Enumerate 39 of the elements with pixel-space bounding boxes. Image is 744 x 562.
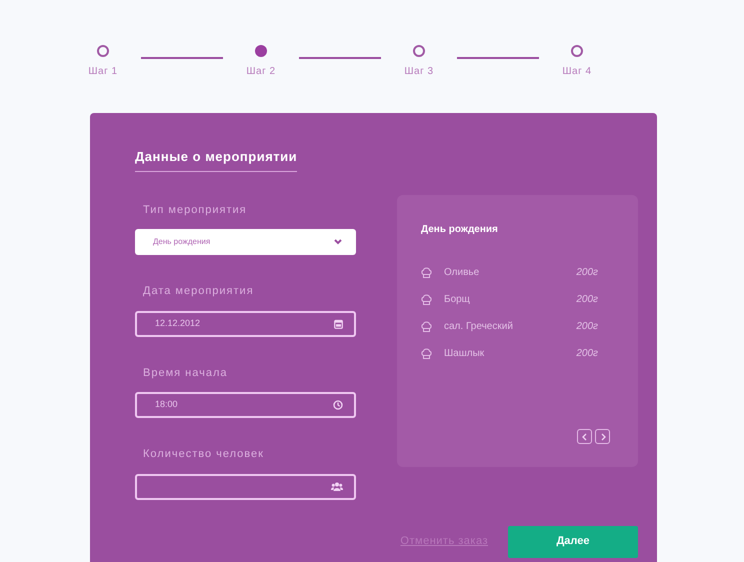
dish-weight: 200г [576, 320, 599, 334]
field-label: Дата мероприятия [142, 284, 255, 299]
dish-name: Борщ [444, 293, 471, 307]
step-label: Шаг 2 [246, 65, 276, 79]
step-indicator[interactable] [413, 45, 425, 57]
dish-weight: 200г [576, 347, 599, 361]
next-button[interactable]: Далее [508, 526, 638, 558]
dish-weight: 200г [576, 293, 599, 307]
input-field[interactable]: 12.12.2012 [135, 310, 356, 336]
field-label: Время начала [142, 366, 228, 380]
step-label: Шаг 4 [562, 65, 592, 79]
field-label: Тип мероприятия [142, 202, 248, 218]
field-label: Количество человек [142, 447, 265, 462]
dish-name: сал. Греческий [444, 320, 514, 334]
step-indicator[interactable] [97, 45, 109, 57]
dish-name: Шашлык [444, 347, 486, 361]
chevron-right-icon [600, 432, 606, 440]
dish-weight: 200г [576, 266, 599, 280]
step-label: Шаг 3 [404, 65, 434, 79]
chef-hat-icon [421, 348, 432, 359]
dish-name: Оливье [444, 266, 480, 280]
input-field[interactable] [135, 474, 356, 500]
step-indicator[interactable] [255, 45, 267, 57]
step-indicator[interactable] [571, 45, 583, 57]
menu-title: День рождения [421, 223, 499, 237]
calendar-icon [334, 318, 343, 328]
chef-hat-icon [421, 321, 432, 332]
previous-button[interactable] [577, 429, 592, 444]
form-title: Данные о мероприятии [135, 147, 298, 172]
chevron-left-icon [582, 432, 588, 440]
chevron-down-icon [334, 239, 342, 245]
chef-hat-icon [421, 267, 432, 278]
input-field[interactable]: 18:00 [135, 392, 356, 418]
step-label: Шаг 1 [88, 65, 118, 79]
chef-hat-icon [421, 294, 432, 305]
next-page-button[interactable] [595, 429, 610, 444]
event-type-dropdown[interactable]: День рождения [135, 229, 356, 255]
clock-icon [333, 400, 343, 410]
people-icon [331, 482, 343, 491]
